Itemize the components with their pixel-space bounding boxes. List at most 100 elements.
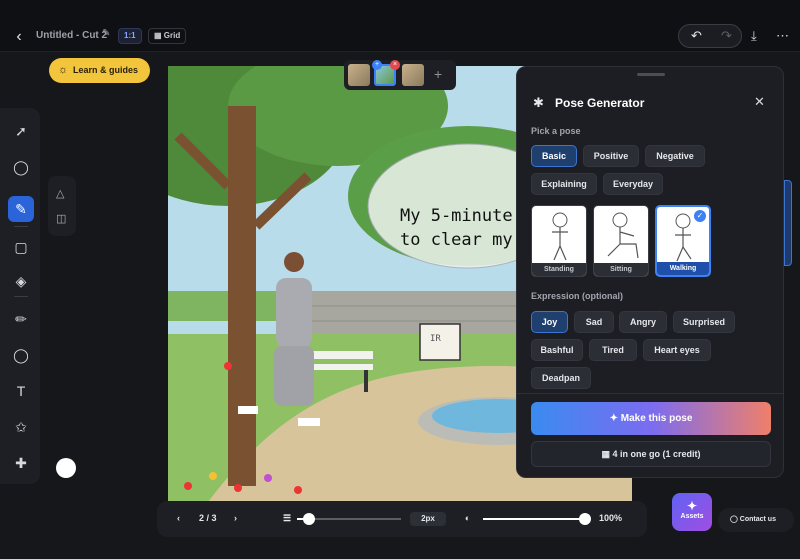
text-tool-icon[interactable]: T [8,378,34,404]
next-page-icon[interactable]: › [234,513,237,523]
category-everyday[interactable]: Everyday [603,173,663,195]
document-title[interactable]: Untitled - Cut 2 [36,30,107,41]
standing-figure-icon [552,212,568,261]
side-panel-tab[interactable] [784,180,792,266]
pose-card-sitting[interactable]: Sitting [593,205,649,277]
pose-label: Walking [657,262,709,275]
expression-button-label: Heart eyes [654,345,700,355]
opacity-knob[interactable] [579,513,591,525]
expression-button-label: Joy [541,317,558,327]
sparkle-icon: ✦ [686,499,698,513]
assets-button[interactable]: ✦ Assets [672,493,712,531]
expression-button-label: Bashful [540,345,574,355]
category-label: Everyday [612,179,654,189]
top-bar: ‹ Untitled - Cut 2 ✎ 1:1 ▦ Grid ↶ ↷ ⤓ ⋯ [0,0,800,52]
pose-card-standing[interactable]: Standing [531,205,587,277]
color-swatch[interactable] [56,458,76,478]
four-in-one-button[interactable]: ▦ 4 in one go (1 credit) [531,441,771,467]
check-icon: ✓ [694,210,706,222]
category-negative[interactable]: Negative [645,145,705,167]
pose-tool-icon[interactable]: ✩ [8,414,34,440]
delete-badge-icon[interactable]: × [390,60,400,70]
pose-label: Sitting [594,263,648,276]
close-icon[interactable]: ✕ [754,94,765,110]
drag-handle[interactable] [637,73,665,76]
expression-bashful[interactable]: Bashful [531,339,583,361]
opacity-value: 100% [599,513,623,523]
back-arrow-icon[interactable]: ‹ [10,28,28,46]
add-cut-icon[interactable]: + [434,66,442,82]
learn-guides-button[interactable]: ☼ Learn & guides [49,58,150,83]
cut-thumbnails: + × + [344,60,456,90]
expression-deadpan[interactable]: Deadpan [531,367,591,389]
expression-button-label: Angry [629,317,656,327]
opacity-icon: ◐ [465,513,471,523]
expression-heart-eyes[interactable]: Heart eyes [643,339,711,361]
pose-label: Standing [532,263,586,276]
cut-thumbnail[interactable] [348,64,370,86]
chat-icon: ◯ [730,516,738,523]
mirror-icon[interactable]: ◫ [56,212,66,225]
bottom-bar: ‹ 2 / 3 › ☰ 2px ◐ 100% [157,501,647,537]
category-label: Explaining [541,179,587,189]
undo-icon[interactable]: ↶ [691,28,702,44]
contact-us-label: Contact us [739,516,776,523]
expression-button-label: Surprised [682,317,725,327]
category-positive[interactable]: Positive [583,145,639,167]
expression-tired[interactable]: Tired [589,339,637,361]
brush-tool-icon[interactable]: ✎ [8,196,34,222]
eyedropper-icon[interactable]: ✏ [8,306,34,332]
cut-thumbnail-selected[interactable]: + × [372,60,400,86]
brush-size-slider[interactable] [297,513,401,525]
grid-toggle[interactable]: ▦ Grid [148,28,187,44]
speech-text-line1: My 5-minute [400,206,513,226]
expression-angry[interactable]: Angry [619,311,667,333]
make-pose-label: Make this pose [620,413,693,424]
pick-pose-label: Pick a pose [531,126,581,136]
expression-button-label: Deadpan [541,373,580,383]
brush-size-value[interactable]: 2px [410,512,446,526]
prev-page-icon[interactable]: ‹ [177,513,180,523]
speech-bubble-tool-icon[interactable]: ◯ [8,342,34,368]
category-explaining[interactable]: Explaining [531,173,597,195]
brush-size-knob[interactable] [303,513,315,525]
speech-text-line2: to clear my [400,230,513,250]
expression-label: Expression (optional) [531,291,624,301]
contact-us-button[interactable]: ◯ Contact us [718,508,794,532]
panel-divider [517,393,783,394]
learn-guides-label: Learn & guides [73,65,139,75]
assets-label: Assets [680,513,704,520]
ratio-chip[interactable]: 1:1 [118,28,142,44]
cut-thumbnail[interactable] [402,64,424,86]
category-label: Positive [593,151,629,161]
expression-button-label: Sad [585,317,603,327]
category-label: Negative [656,151,694,161]
fill-bucket-icon[interactable]: ◈ [8,268,34,294]
category-basic[interactable]: Basic [531,145,577,167]
tool-sidebar: ➚ ◯ ✎ ▢ ◈ ✏ ◯ T ✩ ✚ [0,108,40,484]
grid-four-icon: ▦ [601,449,610,459]
expression-sad[interactable]: Sad [574,311,614,333]
pose-card-walking[interactable]: ✓ Walking [655,205,711,277]
panel-title: Pose Generator [555,96,645,110]
brush-sub-toolbar: △ ◫ [48,176,76,236]
opacity-slider[interactable] [483,513,591,525]
lasso-tool-icon[interactable]: ◯ [8,154,34,180]
page-indicator: 2 / 3 [199,513,217,523]
four-in-one-label: 4 in one go (1 credit) [612,449,701,459]
expression-joy[interactable]: Joy [531,311,568,333]
sparkle-icon: ✦ [609,413,618,424]
copy-badge-icon[interactable]: + [372,60,382,70]
redo-icon[interactable]: ↷ [721,28,732,44]
pencil-icon[interactable]: ✎ [102,28,110,39]
make-pose-button[interactable]: ✦ Make this pose [531,402,771,435]
add-frame-icon[interactable]: ✚ [8,450,34,476]
more-icon[interactable]: ⋯ [776,28,789,44]
category-label: Basic [541,151,567,161]
shapes-icon[interactable]: △ [56,187,64,200]
expression-surprised[interactable]: Surprised [673,311,735,333]
running-figure-icon: ✱ [533,95,544,110]
download-icon[interactable]: ⤓ [751,28,757,44]
select-tool-icon[interactable]: ➚ [8,118,34,144]
eraser-tool-icon[interactable]: ▢ [8,234,34,260]
